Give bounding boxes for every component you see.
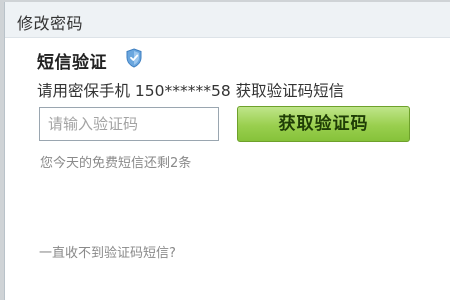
get-verification-code-button[interactable]: 获取验证码	[237, 106, 410, 142]
no-sms-received-link[interactable]: 一直收不到验证码短信?	[39, 242, 176, 261]
change-password-dialog: 修改密码 短信验证 请用密保手机 150******58 获取验证码短信 获取验…	[4, 2, 450, 300]
shield-icon	[125, 48, 143, 68]
sms-hint-text: 请用密保手机 150******58 获取验证码短信	[37, 82, 345, 100]
dialog-titlebar: 修改密码	[5, 2, 450, 38]
sms-verify-heading: 短信验证	[37, 53, 107, 73]
verification-code-input[interactable]	[39, 107, 219, 141]
dialog-title: 修改密码	[17, 14, 84, 33]
remaining-sms-text: 您今天的免费短信还剩2条	[40, 156, 192, 171]
